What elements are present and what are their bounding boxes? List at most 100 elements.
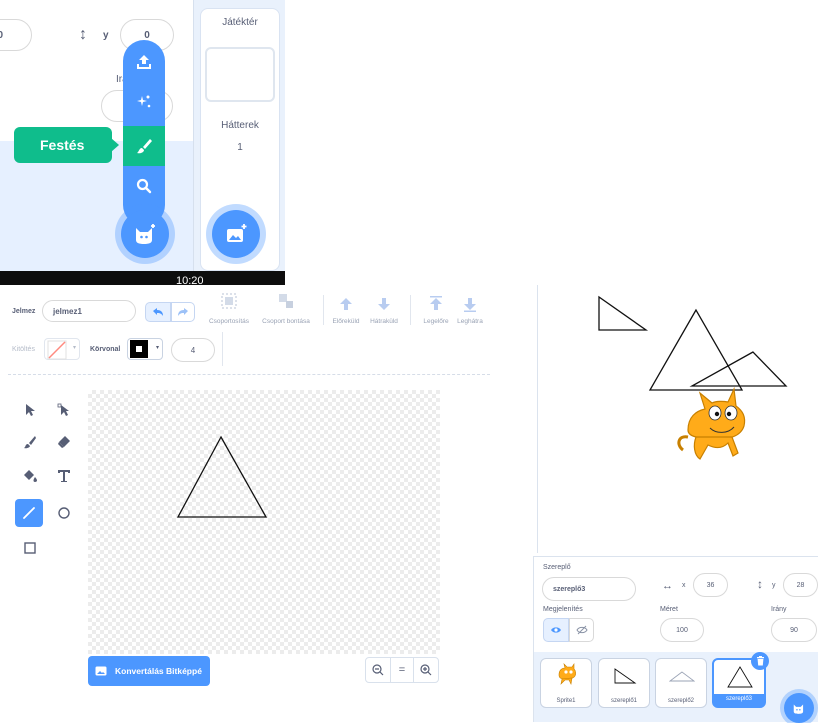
right-triangle-thumb-icon [614,668,637,684]
rectangle-tool[interactable] [16,534,44,562]
x-input[interactable]: 36 [693,573,728,597]
upload-sprite-button[interactable] [123,44,165,80]
backdrop-icon [227,224,247,242]
eraser-icon [58,436,70,448]
forward-icon[interactable] [338,296,354,312]
ungroup-icon[interactable] [276,291,296,311]
group-icon[interactable] [219,291,239,311]
redo-icon [178,308,188,316]
zoom-out-icon [372,664,384,676]
y-arrow-icon: ↕ [79,26,87,43]
back-icon[interactable] [462,296,478,312]
outline-width-value: 4 [190,346,196,355]
direction-label-2: Irány [771,606,787,613]
taskbar: 10:20 [0,271,285,285]
y-input-2[interactable]: 28 [783,573,818,597]
sprite-thumb-szereplo1[interactable]: szereplő1 [598,658,650,708]
hide-button[interactable] [569,618,594,642]
trash-icon [756,656,764,666]
stage-triangle[interactable] [648,308,744,391]
undo-button[interactable] [145,302,171,322]
show-label: Megjelenítés [543,606,583,613]
zoom-in-button[interactable] [413,657,439,683]
sprite-cat-icon [136,224,155,244]
text-tool[interactable] [50,462,78,490]
zoom-reset-button[interactable]: = [390,657,414,683]
eye-icon [551,627,561,633]
stage-cat-sprite[interactable] [677,386,746,460]
sprite-thumb-sprite1[interactable]: Sprite1 [540,658,592,708]
sprite-name-input[interactable]: szereplő3 [542,577,636,601]
stage-flat-triangle[interactable] [689,351,788,387]
redo-button[interactable] [171,302,195,322]
no-fill-swatch [47,340,67,360]
backdrops-label: Hátterek [221,120,259,131]
stage-sprites [598,295,788,460]
sprite-menu-inset: 0 ↕ y 0 Irány Játéktér Hátterek 1 Festés… [0,0,285,285]
stage-thumbnail[interactable] [205,47,275,102]
select-tool[interactable] [16,396,44,424]
reshape-tool[interactable] [50,396,78,424]
taskbar-clock: 10:20 [176,275,204,285]
paint-sprite-button[interactable] [123,126,165,166]
eye-hidden-icon [575,625,588,635]
surprise-icon [137,95,151,108]
toolbar-divider [323,295,324,325]
surprise-button[interactable] [123,84,165,120]
outline-width-input[interactable]: 4 [171,338,215,362]
choose-sprite-button-2[interactable] [784,693,814,723]
fill-tool[interactable] [16,462,44,490]
direction-input-2[interactable]: 90 [771,618,817,642]
outline-color-picker[interactable]: ▾ [127,338,163,360]
sprite-cat-icon [793,704,804,714]
circle-icon [58,507,70,519]
paint-icon [137,139,152,154]
fill-color-picker[interactable]: ▾ [44,338,80,360]
size-input[interactable]: 100 [660,618,704,642]
sprite-thumb-label: szereplő2 [667,698,694,704]
y-value-field: 28 [796,582,805,589]
canvas-triangle[interactable] [88,390,440,654]
paint-canvas[interactable] [88,390,440,654]
eraser-tool[interactable] [50,428,78,456]
zoom-in-icon [420,664,432,676]
brush-tool[interactable] [16,428,44,456]
x-input-partial[interactable]: 0 [0,19,32,51]
zoom-reset-label: = [398,664,406,676]
outline-dropdown-icon: ▾ [155,345,159,351]
cat-thumb-icon [558,663,576,685]
convert-button-label: Konvertálás Bitképpé [115,666,202,676]
sprite-thumb-label-selected: szereplő3 [714,694,764,706]
paint-tooltip-label: Festés [40,137,85,153]
paint-tooltip: Festés [14,127,112,163]
tooltip-arrow [111,138,119,152]
line-tool[interactable] [15,499,43,527]
back-label: Leghátra [457,318,483,325]
line-icon [23,507,35,519]
choose-sprite-button[interactable] [121,210,169,258]
costume-name-input[interactable]: jelmez1 [42,300,136,322]
x-value-field: 36 [706,582,715,589]
stage-area[interactable] [537,285,818,553]
zoom-out-button[interactable] [365,657,391,683]
select-icon [26,404,35,416]
convert-to-bitmap-button[interactable]: Konvertálás Bitképpé [88,656,210,686]
group-label: Csoportosítás [208,318,250,325]
stage-title: Játéktér [222,17,258,28]
backward-icon[interactable] [376,296,392,312]
size-label: Méret [660,606,678,613]
x-label: x [682,582,686,589]
toolbar-divider-3 [222,332,223,366]
stage-right-triangle[interactable] [598,295,649,331]
delete-sprite-button[interactable] [751,652,769,670]
toolbar-separator [8,374,490,375]
rect-icon [24,542,36,554]
direction-value: 90 [790,627,798,634]
search-sprite-button[interactable] [123,168,165,204]
choose-backdrop-button[interactable] [212,210,260,258]
sprite-thumb-szereplo2[interactable]: szereplő2 [655,658,707,708]
circle-tool[interactable] [50,499,78,527]
show-button[interactable] [543,618,569,642]
front-icon[interactable] [428,296,444,312]
reshape-icon [57,403,69,416]
